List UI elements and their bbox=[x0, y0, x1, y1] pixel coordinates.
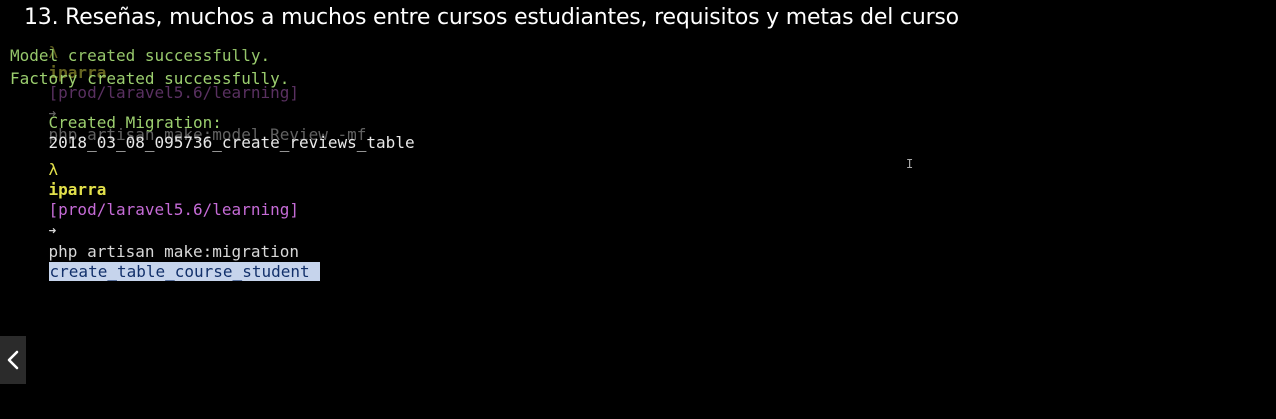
video-title: 13. Reseñas, muchos a muchos entre curso… bbox=[24, 5, 959, 30]
selected-argument[interactable]: create_table_course_student bbox=[48, 262, 320, 281]
previous-lesson-button[interactable] bbox=[0, 336, 26, 384]
command-text: php artisan make:migration bbox=[48, 242, 299, 261]
prompt-lambda: λ bbox=[48, 160, 59, 179]
terminal-output-factory: Factory created successfully. bbox=[10, 69, 290, 88]
terminal-line-current-command: λ iparra [prod/laravel5.6/learning] ➜ ph… bbox=[10, 140, 320, 302]
terminal-window[interactable]: λ iparra [prod/laravel5.6/learning] ➜ ph… bbox=[0, 0, 1276, 419]
migration-label: Created Migration: bbox=[48, 113, 222, 132]
chevron-left-icon bbox=[7, 350, 19, 370]
prompt-arrow-icon: ➜ bbox=[48, 224, 57, 239]
prompt-user: iparra bbox=[48, 180, 107, 199]
text-cursor-icon: I bbox=[906, 157, 914, 171]
video-title-overlay: 13. Reseñas, muchos a muchos entre curso… bbox=[0, 0, 1276, 60]
prompt-path: [prod/laravel5.6/learning] bbox=[48, 200, 299, 219]
